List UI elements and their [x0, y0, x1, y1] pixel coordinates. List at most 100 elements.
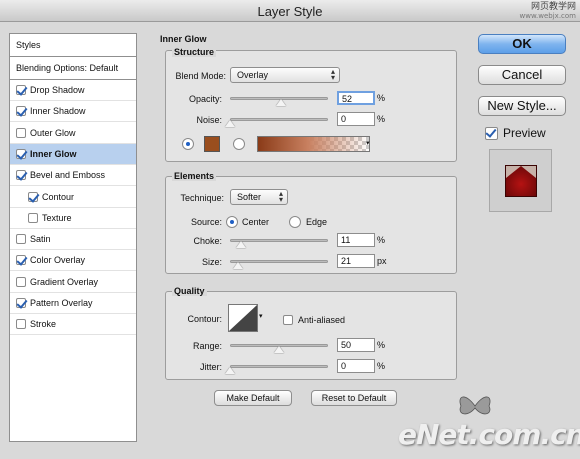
elements-title: Elements [172, 171, 217, 181]
jitter-slider-thumb[interactable] [225, 367, 235, 374]
style-item-texture[interactable]: Texture [10, 208, 136, 229]
opacity-input[interactable]: 52 [337, 91, 375, 105]
make-default-button[interactable]: Make Default [214, 390, 292, 406]
choke-slider-thumb[interactable] [235, 241, 246, 248]
style-item-checkbox[interactable] [16, 234, 26, 245]
styles-header[interactable]: Styles [10, 34, 136, 57]
choke-input[interactable]: 11 [337, 233, 375, 247]
size-input[interactable]: 21 [337, 254, 375, 268]
style-item-checkbox[interactable] [16, 319, 26, 330]
style-item-checkbox[interactable] [16, 106, 26, 117]
anti-aliased-label: Anti-aliased [298, 315, 346, 325]
updown-arrows-icon: ▴ ▾ [278, 189, 283, 204]
styles-list: Styles Blending Options: Default Drop Sh… [9, 33, 137, 442]
size-slider-thumb[interactable] [233, 262, 244, 269]
style-item-label: Inner Glow [30, 148, 77, 159]
opacity-slider-thumb[interactable] [275, 99, 286, 106]
noise-slider[interactable] [230, 118, 328, 121]
glow-gradient-picker[interactable] [257, 136, 370, 152]
style-item-checkbox[interactable] [16, 148, 26, 159]
blend-mode-select[interactable]: Overlay ▴ ▾ [230, 67, 340, 83]
watermark-top: 网页教学网 www.webjx.com [520, 3, 577, 21]
blend-mode-label: Blend Mode: [175, 71, 226, 81]
range-unit: % [377, 340, 386, 350]
quality-title: Quality [172, 286, 207, 296]
preview-checkbox[interactable] [485, 127, 498, 140]
jitter-slider[interactable] [230, 365, 328, 368]
style-item-bevel-and-emboss[interactable]: Bevel and Emboss [10, 165, 136, 187]
glow-color-swatch[interactable] [204, 136, 220, 152]
style-item-checkbox[interactable] [16, 127, 26, 138]
style-item-label: Outer Glow [30, 127, 76, 138]
style-item-color-overlay[interactable]: Color Overlay [10, 250, 136, 272]
style-item-label: Inner Shadow [30, 106, 86, 117]
style-item-gradient-overlay[interactable]: Gradient Overlay [10, 272, 136, 293]
technique-select[interactable]: Softer ▴ ▾ [230, 189, 288, 205]
style-item-label: Bevel and Emboss [30, 170, 106, 181]
range-slider-thumb[interactable] [274, 346, 284, 353]
noise-input[interactable]: 0 [337, 112, 375, 126]
style-item-pattern-overlay[interactable]: Pattern Overlay [10, 293, 136, 314]
contour-picker[interactable] [228, 304, 258, 332]
glow-color-radio[interactable] [182, 138, 194, 150]
preview-label: Preview [503, 126, 546, 140]
blending-options-item[interactable]: Blending Options: Default [10, 57, 136, 80]
source-edge-radio[interactable] [289, 216, 301, 228]
style-item-inner-glow[interactable]: Inner Glow [10, 143, 136, 165]
technique-label: Technique: [180, 193, 224, 203]
style-item-label: Pattern Overlay [30, 298, 93, 308]
noise-label: Noise: [196, 115, 222, 125]
contour-label: Contour: [187, 314, 222, 324]
style-item-contour[interactable]: Contour [10, 187, 136, 208]
noise-slider-thumb[interactable] [225, 120, 235, 127]
style-item-label: Stroke [30, 319, 57, 330]
source-edge-label: Edge [306, 217, 328, 227]
styles-header-label: Styles [16, 40, 41, 50]
new-style-button[interactable]: New Style... [478, 96, 566, 116]
style-item-stroke[interactable]: Stroke [10, 314, 136, 336]
style-item-checkbox[interactable] [16, 255, 26, 266]
style-item-label: Contour [42, 191, 75, 202]
glow-gradient-radio[interactable] [233, 138, 245, 150]
updown-arrows-icon: ▴ ▾ [330, 67, 335, 82]
style-item-satin[interactable]: Satin [10, 229, 136, 251]
style-item-outer-glow[interactable]: Outer Glow [10, 123, 136, 144]
ok-button[interactable]: OK [478, 34, 566, 54]
jitter-input[interactable]: 0 [337, 359, 375, 373]
contour-curve-icon [229, 305, 257, 331]
range-input[interactable]: 50 [337, 338, 375, 352]
style-item-label: Texture [42, 212, 72, 223]
preview-swatch [505, 165, 537, 197]
size-slider[interactable] [230, 260, 328, 263]
style-item-checkbox[interactable] [16, 276, 26, 287]
jitter-unit: % [377, 361, 386, 371]
jitter-label: Jitter: [199, 362, 222, 372]
preview-envelope-flap [506, 166, 536, 178]
style-item-inner-shadow[interactable]: Inner Shadow [10, 101, 136, 123]
style-item-label: Drop Shadow [30, 85, 85, 95]
style-item-label: Color Overlay [30, 255, 86, 266]
style-item-checkbox[interactable] [16, 298, 26, 308]
opacity-unit: % [377, 93, 386, 103]
style-item-checkbox[interactable] [28, 191, 38, 202]
source-center-radio[interactable] [226, 216, 238, 228]
style-item-drop-shadow[interactable]: Drop Shadow [10, 80, 136, 101]
watermark-top-line1: 网页教学网 [530, 2, 576, 12]
choke-unit: % [377, 235, 386, 245]
gradient-dropdown-icon[interactable]: ▾ [366, 139, 370, 147]
size-unit: px [377, 256, 387, 266]
source-label: Source: [190, 217, 222, 227]
anti-aliased-checkbox[interactable] [283, 315, 293, 325]
cancel-button[interactable]: Cancel [478, 65, 566, 85]
style-item-checkbox[interactable] [16, 85, 26, 95]
source-center-label: Center [242, 217, 270, 227]
style-item-checkbox[interactable] [16, 170, 26, 181]
window-title: Layer Style [257, 4, 323, 19]
size-label: Size: [201, 257, 222, 267]
style-item-checkbox[interactable] [28, 212, 38, 223]
contour-dropdown-icon[interactable]: ▾ [259, 312, 263, 320]
reset-default-button[interactable]: Reset to Default [311, 390, 397, 406]
technique-value: Softer [237, 192, 262, 202]
butterfly-logo-icon [455, 392, 495, 420]
blend-mode-value: Overlay [237, 70, 269, 80]
